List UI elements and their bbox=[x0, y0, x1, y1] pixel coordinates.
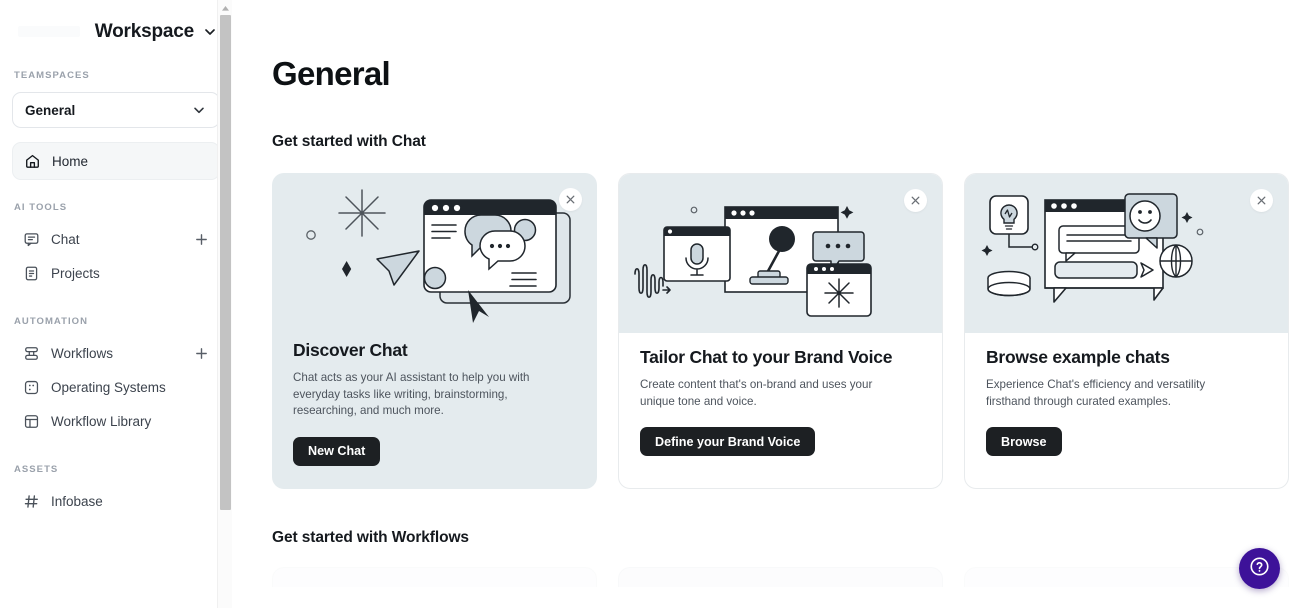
card-title: Tailor Chat to your Brand Voice bbox=[640, 347, 893, 367]
card-body: Browse example chats Experience Chat's e… bbox=[965, 333, 1288, 456]
workflow-card-placeholder[interactable] bbox=[618, 567, 943, 587]
workflow-card-placeholder[interactable] bbox=[272, 567, 597, 587]
app-root: Workspace Teamspaces General Home AI Too… bbox=[0, 0, 1300, 608]
card-description: Experience Chat's efficiency and versati… bbox=[986, 378, 1206, 408]
sidebar-item-label: Workflow Library bbox=[51, 413, 152, 429]
workspace-title: Workspace bbox=[94, 21, 194, 42]
page-title: General bbox=[272, 55, 391, 92]
sidebar-group-automation: Automation Workflows Operating Systems bbox=[0, 316, 232, 438]
home-icon bbox=[24, 153, 41, 170]
new-chat-button[interactable]: New Chat bbox=[293, 436, 381, 466]
sidebar-item-workflow-library[interactable]: Workflow Library bbox=[12, 404, 220, 438]
sidebar-item-infobase[interactable]: Infobase bbox=[12, 484, 220, 518]
main-content: General Get started with Chat Discover C… bbox=[232, 0, 1300, 608]
triangle-up-icon[interactable] bbox=[218, 2, 232, 15]
card-body: Tailor Chat to your Brand Voice Create c… bbox=[619, 333, 942, 456]
section-heading-workflows: Get started with Workflows bbox=[272, 529, 469, 546]
sidebar-item-label: Chat bbox=[51, 231, 80, 247]
sidebar-group-label: Automation bbox=[14, 316, 89, 327]
sidebar-item-chat[interactable]: Chat bbox=[12, 222, 220, 256]
card-description: Chat acts as your AI assistant to help y… bbox=[293, 371, 530, 417]
teamspaces-label: Teamspaces bbox=[14, 70, 90, 81]
card-illustration-container bbox=[619, 174, 942, 333]
sidebar-scrollbar[interactable] bbox=[217, 0, 232, 608]
sidebar-group-label: Assets bbox=[14, 464, 59, 475]
example-chats-illustration bbox=[965, 174, 1288, 333]
chevron-down-icon bbox=[202, 24, 218, 40]
help-button[interactable] bbox=[1239, 548, 1280, 589]
sidebar-item-label: Operating Systems bbox=[51, 379, 166, 395]
card-discover-chat[interactable]: Discover Chat Chat acts as your AI assis… bbox=[272, 173, 597, 489]
scrollbar-thumb[interactable] bbox=[220, 15, 231, 510]
sidebar-item-label: Workflows bbox=[51, 345, 114, 361]
chat-cards-row: Discover Chat Chat acts as your AI assis… bbox=[272, 173, 1300, 489]
sidebar-item-projects[interactable]: Projects bbox=[12, 256, 220, 290]
operating-system-icon bbox=[23, 379, 40, 396]
document-icon bbox=[23, 265, 40, 282]
sidebar: Workspace Teamspaces General Home AI Too… bbox=[0, 0, 232, 608]
teamspaces-section: Teamspaces General bbox=[0, 70, 232, 128]
sidebar-item-label: Projects bbox=[51, 265, 100, 281]
close-icon[interactable] bbox=[1250, 189, 1273, 212]
teamspace-select[interactable]: General bbox=[12, 92, 220, 128]
card-body: Discover Chat Chat acts as your AI assis… bbox=[272, 332, 597, 466]
sidebar-group-ai-tools: AI Tools Chat Projects bbox=[0, 202, 232, 290]
question-mark-circle-icon bbox=[1248, 555, 1271, 583]
sidebar-item-operating-systems[interactable]: Operating Systems bbox=[12, 370, 220, 404]
workflow-cards-row bbox=[272, 567, 1300, 587]
card-illustration-container bbox=[965, 174, 1288, 333]
hash-icon bbox=[23, 493, 40, 510]
chat-window-bubbles-illustration bbox=[272, 173, 597, 332]
sidebar-group-assets: Assets Infobase bbox=[0, 464, 232, 518]
layout-panel-icon bbox=[23, 413, 40, 430]
card-illustration-container bbox=[272, 173, 597, 332]
workspace-logo bbox=[18, 26, 80, 37]
workflow-stack-icon bbox=[23, 345, 40, 362]
sidebar-item-label: Infobase bbox=[51, 493, 103, 509]
sidebar-item-workflows[interactable]: Workflows bbox=[12, 336, 220, 370]
teamspace-selected-value: General bbox=[25, 102, 76, 118]
close-icon[interactable] bbox=[559, 188, 582, 211]
sidebar-item-label: Home bbox=[52, 153, 89, 169]
card-brand-voice[interactable]: Tailor Chat to your Brand Voice Create c… bbox=[618, 173, 943, 489]
sidebar-group-label: AI Tools bbox=[14, 202, 68, 213]
sidebar-item-home[interactable]: Home bbox=[12, 142, 220, 180]
plus-icon[interactable] bbox=[194, 232, 209, 247]
plus-icon[interactable] bbox=[194, 346, 209, 361]
chat-bubble-icon bbox=[23, 231, 40, 248]
microphone-brand-voice-illustration bbox=[619, 174, 942, 333]
define-brand-voice-button[interactable]: Define your Brand Voice bbox=[640, 427, 816, 456]
browse-button[interactable]: Browse bbox=[986, 427, 1062, 456]
section-heading-chat: Get started with Chat bbox=[272, 133, 426, 150]
card-title: Browse example chats bbox=[986, 347, 1170, 367]
chevron-down-icon bbox=[191, 102, 207, 118]
card-description: Create content that's on-brand and uses … bbox=[640, 378, 873, 408]
card-example-chats[interactable]: Browse example chats Experience Chat's e… bbox=[964, 173, 1289, 489]
card-title: Discover Chat bbox=[293, 340, 408, 360]
close-icon[interactable] bbox=[904, 189, 927, 212]
